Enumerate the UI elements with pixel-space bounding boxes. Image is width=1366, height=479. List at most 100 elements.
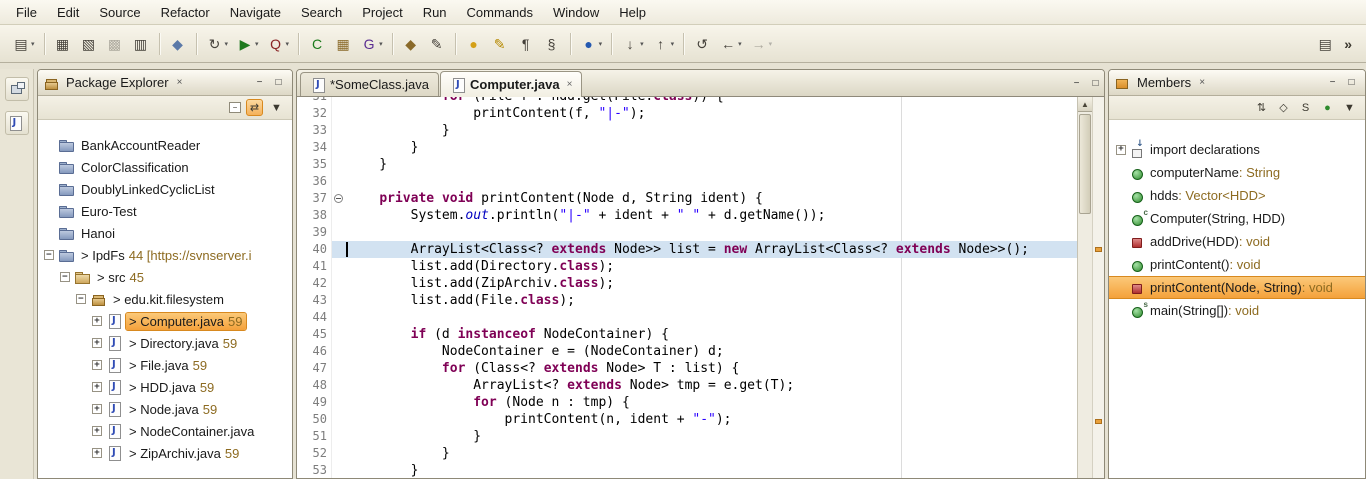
line-number[interactable]: 53	[297, 462, 331, 478]
maximize-view-button[interactable]: □	[270, 75, 287, 90]
run-button[interactable]: ▶▾	[233, 32, 262, 56]
minimized-view-button[interactable]	[5, 111, 29, 135]
menu-run[interactable]: Run	[413, 2, 457, 23]
close-view-icon[interactable]: ×	[177, 77, 183, 88]
member-item[interactable]: cComputer(String, HDD)	[1109, 207, 1365, 230]
menu-commands[interactable]: Commands	[457, 2, 543, 23]
expand-icon[interactable]: +	[1116, 145, 1126, 155]
new-class-button[interactable]: C	[305, 32, 329, 56]
link-with-editor-button[interactable]: ⇄	[246, 99, 263, 116]
print-button[interactable]: ▥	[129, 32, 153, 56]
line-number[interactable]: 46	[297, 343, 331, 360]
hide-static-button[interactable]: S	[1297, 99, 1314, 116]
line-number[interactable]: 32	[297, 105, 331, 122]
minimize-editor-button[interactable]: −	[1068, 76, 1085, 91]
hide-nonpublic-button[interactable]: ●	[1319, 99, 1336, 116]
generate-button[interactable]: G▾	[357, 32, 386, 56]
member-item[interactable]: addDrive(HDD) : void	[1109, 230, 1365, 253]
maximize-view-button[interactable]: □	[1343, 75, 1360, 90]
toggle-highlight-button[interactable]: ✎	[488, 32, 512, 56]
tree-item[interactable]: BankAccountReader	[38, 134, 292, 156]
expand-icon[interactable]: +	[92, 338, 102, 348]
menu-project[interactable]: Project	[352, 2, 412, 23]
minimize-view-button[interactable]: −	[1324, 75, 1341, 90]
tree-item[interactable]: +> NodeContainer.java	[38, 420, 292, 442]
line-number[interactable]: 42	[297, 275, 331, 292]
close-view-icon[interactable]: ×	[1199, 77, 1205, 88]
maximize-editor-button[interactable]: □	[1087, 76, 1104, 91]
web-browser-button[interactable]: ●▾	[577, 32, 606, 56]
collapse-icon[interactable]: −	[60, 272, 70, 282]
expand-icon[interactable]: +	[92, 448, 102, 458]
menu-source[interactable]: Source	[89, 2, 150, 23]
scroll-up-icon[interactable]: ▲	[1078, 97, 1092, 112]
line-number[interactable]: 41	[297, 258, 331, 275]
line-number[interactable]: 50	[297, 411, 331, 428]
scrollbar-thumb[interactable]	[1079, 114, 1091, 214]
line-number[interactable]: 48	[297, 377, 331, 394]
menu-file[interactable]: File	[6, 2, 47, 23]
line-number[interactable]: 44	[297, 309, 331, 326]
tree-item[interactable]: +> Computer.java59	[38, 310, 292, 332]
new-project-button[interactable]: ▦	[51, 32, 75, 56]
new-wizard-button[interactable]: ▤▾	[9, 32, 38, 56]
expand-icon[interactable]: +	[92, 404, 102, 414]
member-item[interactable]: hdds : Vector<HDD>	[1109, 184, 1365, 207]
line-number[interactable]: 47	[297, 360, 331, 377]
next-annotation-button[interactable]: ↓▾	[618, 32, 647, 56]
tree-item[interactable]: +> Directory.java59	[38, 332, 292, 354]
tree-item[interactable]: −> edu.kit.filesystem	[38, 288, 292, 310]
build-button[interactable]: ↻▾	[203, 32, 232, 56]
expand-icon[interactable]: +	[92, 316, 102, 326]
line-number[interactable]: 39	[297, 224, 331, 241]
save-button[interactable]: ▩	[103, 32, 127, 56]
editor-scrollbar[interactable]: ▲	[1077, 97, 1092, 478]
collapse-all-button[interactable]: −	[229, 102, 241, 113]
line-number[interactable]: 40	[297, 241, 331, 258]
collapse-icon[interactable]: −	[76, 294, 86, 304]
open-type-button[interactable]: ▧	[77, 32, 101, 56]
member-item[interactable]: printContent(Node, String) : void	[1109, 276, 1365, 299]
code-editor[interactable]: 31 for (File f : hdd.get(File.class)) {3…	[297, 97, 1077, 478]
pin-editor-button[interactable]: ▤	[1313, 32, 1337, 56]
tree-item[interactable]: DoublyLinkedCyclicList	[38, 178, 292, 200]
tree-item[interactable]: −> src45	[38, 266, 292, 288]
new-package-button[interactable]: ▦	[331, 32, 355, 56]
line-number[interactable]: 34	[297, 139, 331, 156]
member-item[interactable]: +import declarations	[1109, 138, 1365, 161]
menu-edit[interactable]: Edit	[47, 2, 89, 23]
tab-computer-java[interactable]: Computer.java ×	[440, 71, 582, 97]
forward-button[interactable]: →▾	[747, 32, 776, 56]
occurrence-marker[interactable]	[1095, 419, 1102, 424]
console-button[interactable]: §	[540, 32, 564, 56]
line-number[interactable]: 52	[297, 445, 331, 462]
export-jar-button[interactable]: ◆	[399, 32, 423, 56]
tree-item[interactable]: ColorClassification	[38, 156, 292, 178]
expand-icon[interactable]: +	[92, 426, 102, 436]
back-button[interactable]: ←▾	[716, 32, 745, 56]
member-item[interactable]: printContent() : void	[1109, 253, 1365, 276]
menu-help[interactable]: Help	[609, 2, 656, 23]
overview-ruler[interactable]	[1092, 97, 1104, 478]
javadoc-button[interactable]: ✎	[425, 32, 449, 56]
view-menu-button[interactable]: ▼	[1341, 99, 1358, 116]
minimize-view-button[interactable]: −	[251, 75, 268, 90]
occurrence-marker[interactable]	[1095, 247, 1102, 252]
member-item[interactable]: computerName : String	[1109, 161, 1365, 184]
member-item[interactable]: smain(String[]) : void	[1109, 299, 1365, 322]
line-number[interactable]: 31	[297, 97, 331, 105]
tree-item[interactable]: Euro-Test	[38, 200, 292, 222]
menu-navigate[interactable]: Navigate	[220, 2, 291, 23]
tree-item[interactable]: +> Node.java59	[38, 398, 292, 420]
sort-button[interactable]: ⇅	[1253, 99, 1270, 116]
line-number[interactable]: 43	[297, 292, 331, 309]
profile-button[interactable]: Q▾	[264, 32, 293, 56]
tree-item[interactable]: +> File.java59	[38, 354, 292, 376]
menu-refactor[interactable]: Refactor	[151, 2, 220, 23]
last-edit-button[interactable]: ↺	[690, 32, 714, 56]
line-number[interactable]: 49	[297, 394, 331, 411]
fold-toggle[interactable]	[331, 190, 346, 207]
menu-search[interactable]: Search	[291, 2, 352, 23]
line-number[interactable]: 37	[297, 190, 331, 207]
tab-someclass-java[interactable]: *SomeClass.java	[300, 72, 439, 96]
